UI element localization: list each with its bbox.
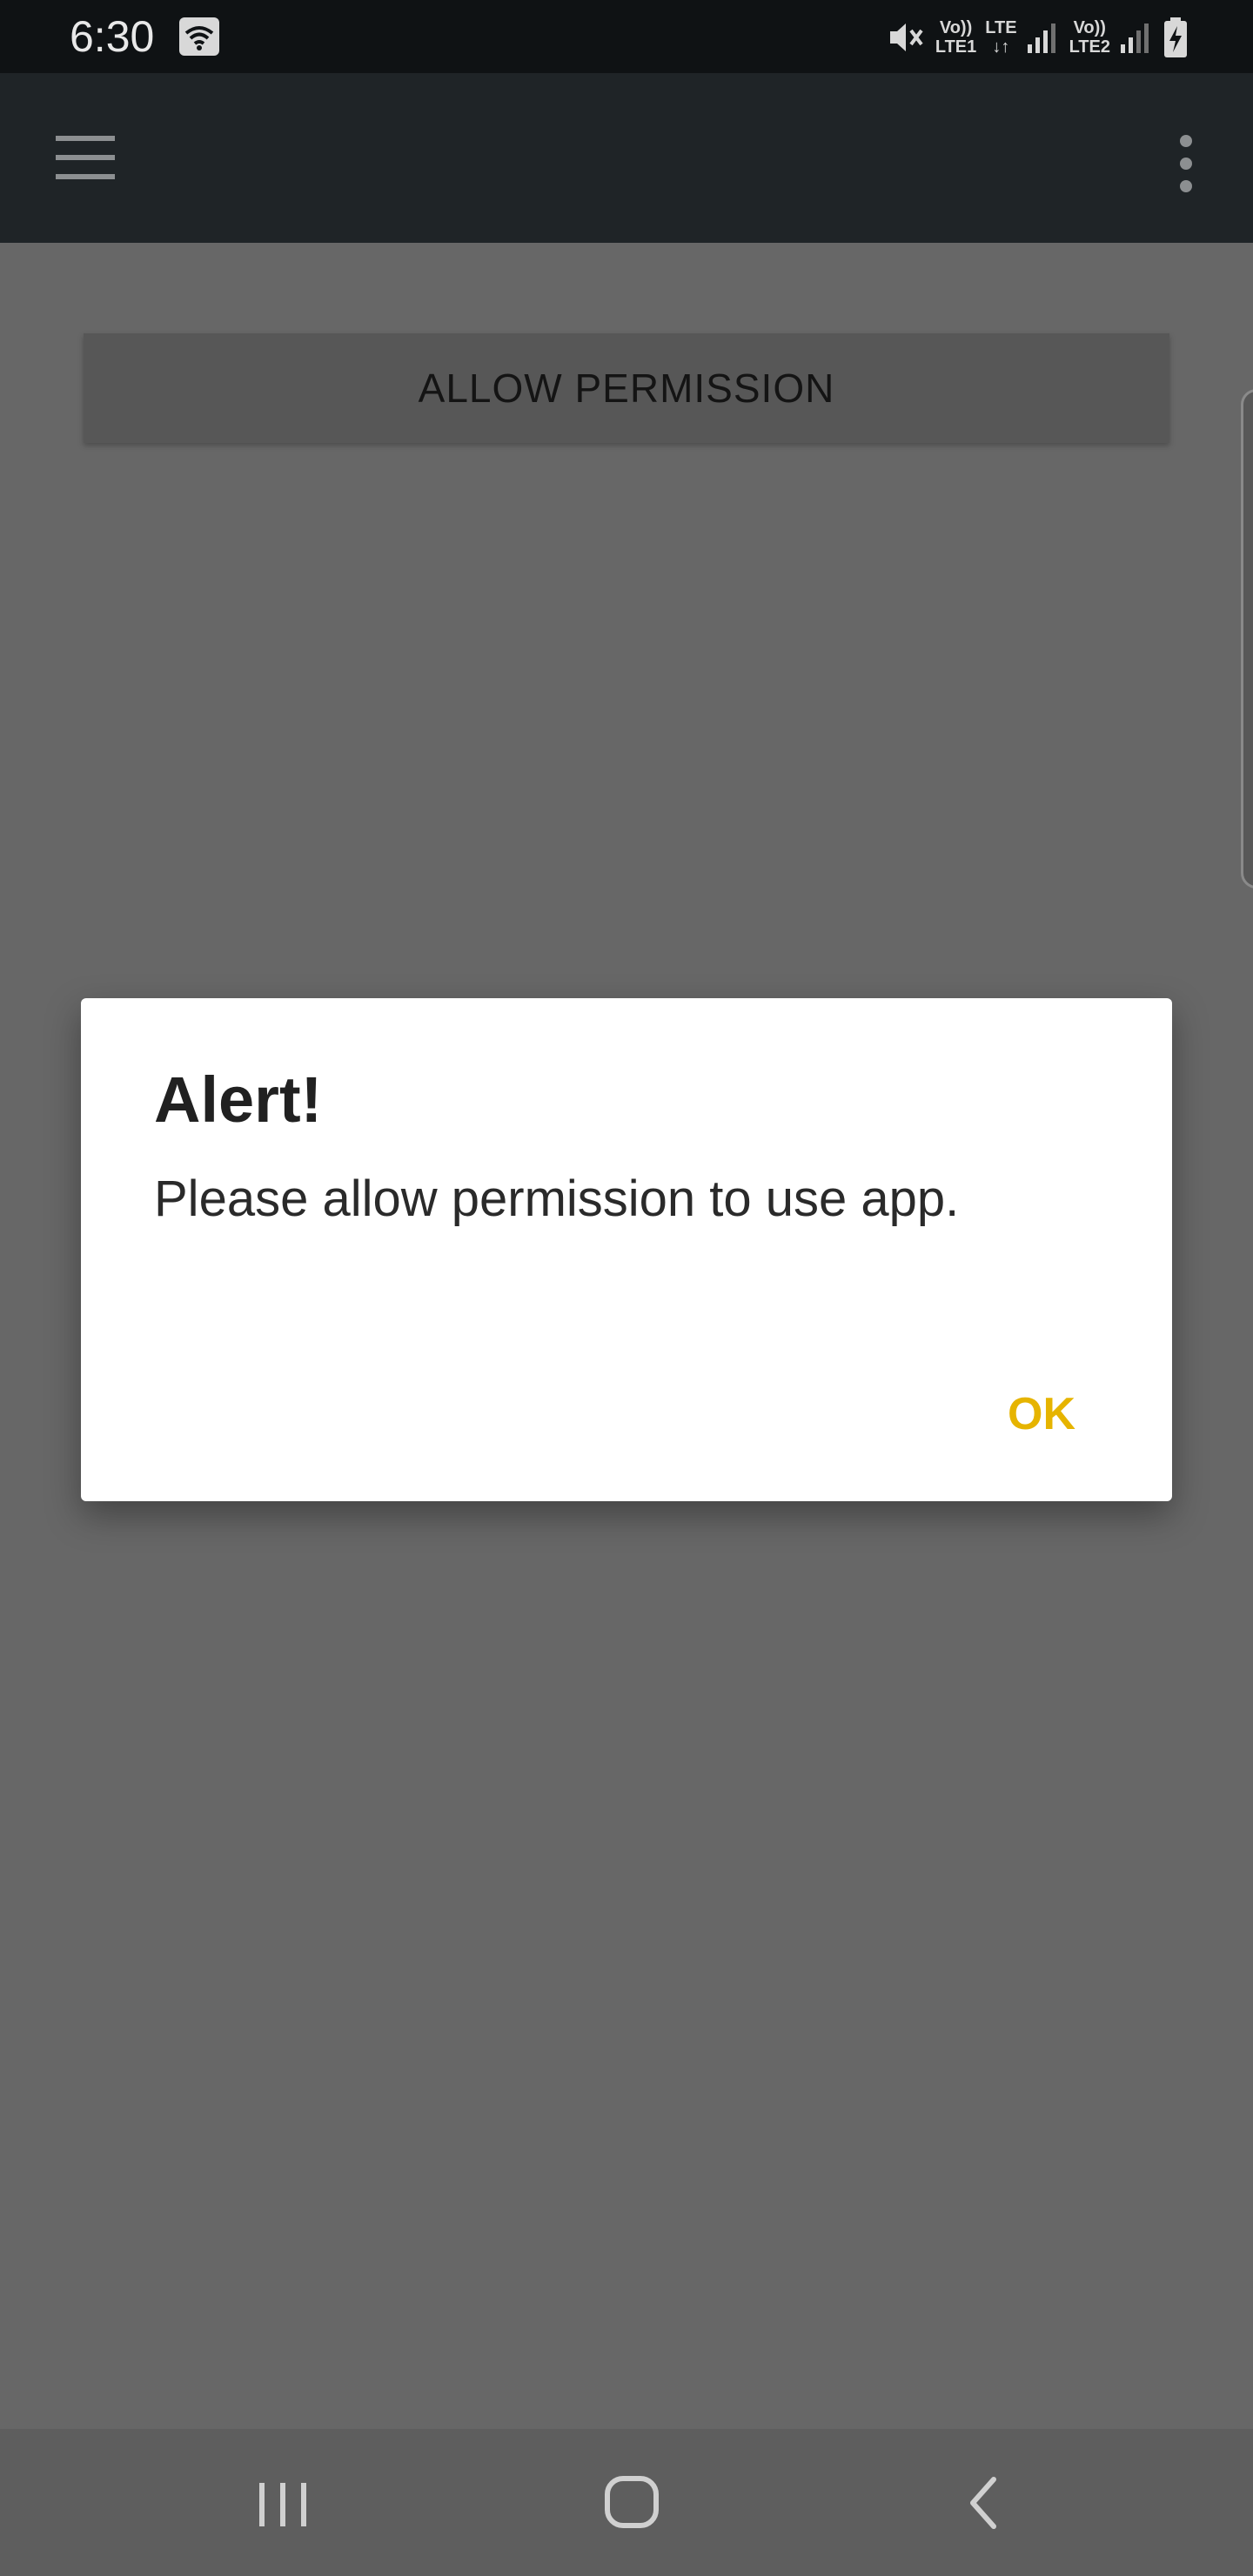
home-icon[interactable] xyxy=(600,2470,665,2534)
ok-button[interactable]: OK xyxy=(981,1371,1102,1458)
battery-charging-icon xyxy=(1164,17,1187,57)
back-icon[interactable] xyxy=(964,2472,1002,2533)
navigation-bar xyxy=(0,2429,1253,2576)
data-arrows-icon: ↓↑ xyxy=(992,37,1010,57)
allow-permission-button[interactable]: ALLOW PERMISSION xyxy=(84,333,1169,443)
signal-icon-sim2 xyxy=(1121,23,1149,53)
status-icons: Vo)) LTE1 LTE ↓↑ Vo)) LTE2 xyxy=(887,12,1189,63)
dialog-message: Please allow permission to use app. xyxy=(154,1171,960,1227)
more-vertical-icon[interactable] xyxy=(1173,132,1199,195)
edge-panel-handle[interactable] xyxy=(1241,389,1253,889)
sim1-label-top: Vo)) xyxy=(939,18,973,37)
status-bar: 6:30 Vo)) LTE1 LTE ↓↑ Vo)) LTE2 xyxy=(0,0,1253,73)
sim1-label-bottom: LTE1 xyxy=(935,37,977,57)
hamburger-menu-icon[interactable] xyxy=(56,134,115,181)
wifi-icon xyxy=(179,17,219,56)
sim1-network: Vo)) LTE1 xyxy=(935,18,976,57)
status-time: 6:30 xyxy=(70,12,155,61)
signal-icon-sim1 xyxy=(1027,23,1055,53)
sim2-label-bottom: LTE2 xyxy=(1069,37,1110,57)
recents-icon[interactable] xyxy=(254,2474,312,2535)
mute-icon xyxy=(889,23,923,51)
sim2-network: Vo)) LTE2 xyxy=(1069,18,1110,57)
app-toolbar xyxy=(0,73,1253,243)
sim2-label-top: Vo)) xyxy=(1073,18,1106,37)
dialog-title: Alert! xyxy=(154,1063,323,1136)
data-label: LTE xyxy=(985,18,1017,37)
data-network: LTE ↓↑ xyxy=(985,18,1016,57)
alert-dialog: Alert! Please allow permission to use ap… xyxy=(81,998,1172,1501)
